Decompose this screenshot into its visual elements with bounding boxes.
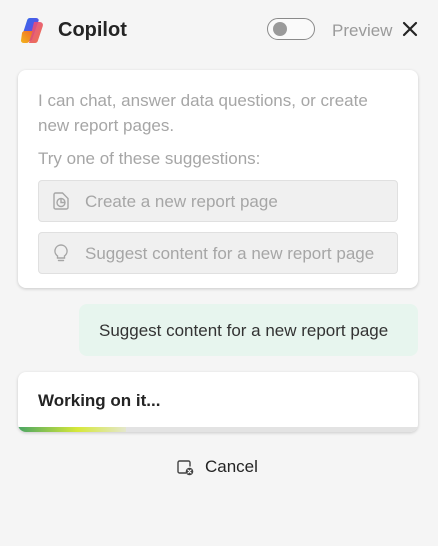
cancel-label: Cancel [205,457,258,476]
welcome-card: I can chat, answer data questions, or cr… [18,70,418,288]
report-page-icon [53,192,69,210]
suggestion-create-report-page[interactable]: Create a new report page [38,180,398,222]
suggestions-heading: Try one of these suggestions: [38,149,261,168]
cancel-button[interactable]: Cancel [176,456,266,480]
close-icon[interactable] [400,19,420,39]
user-message-bubble: Suggest content for a new report page [79,304,418,356]
user-message-text: Suggest content for a new report page [99,321,389,340]
status-card: Working on it... [18,372,418,432]
status-text: Working on it... [38,391,161,410]
suggestion-label: Create a new report page [85,192,278,211]
suggestion-label: Suggest content for a new report page [85,244,375,263]
toggle-knob [273,22,287,36]
panel-title: Copilot [58,19,127,41]
preview-label: Preview [332,21,393,40]
suggestion-suggest-content[interactable]: Suggest content for a new report page [38,232,398,274]
progress-fill [18,427,126,432]
copilot-header: Copilot Preview [0,0,438,62]
copilot-logo-icon [20,18,43,44]
preview-toggle[interactable] [267,18,315,40]
lightbulb-icon [54,244,68,262]
intro-text: I can chat, answer data questions, or cr… [38,91,368,135]
cancel-stop-icon [177,460,194,476]
progress-bar [18,427,418,432]
